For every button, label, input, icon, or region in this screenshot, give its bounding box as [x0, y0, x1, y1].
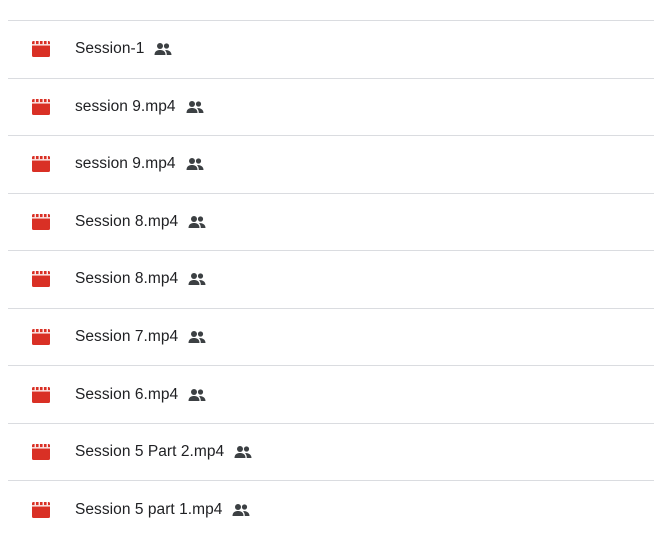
shared-people-icon — [153, 39, 173, 59]
shared-people-icon — [187, 327, 207, 347]
video-file-icon — [31, 212, 51, 232]
video-file-icon — [31, 97, 51, 117]
file-row[interactable]: Session 8.mp4 — [8, 194, 654, 252]
video-file-icon — [31, 385, 51, 405]
file-name: Session 8.mp4 — [75, 270, 179, 288]
file-row[interactable]: Session-1 — [8, 21, 654, 79]
shared-people-icon — [187, 385, 207, 405]
file-rows: Session-1 session 9.mp4 session 9.mp4 Se… — [8, 21, 654, 539]
video-file-icon — [31, 154, 51, 174]
video-file-icon — [31, 269, 51, 289]
file-row[interactable]: Session 5 Part 2.mp4 — [8, 424, 654, 482]
video-file-icon — [31, 442, 51, 462]
file-name: Session 5 Part 2.mp4 — [75, 443, 225, 461]
file-name: Session-1 — [75, 40, 145, 58]
file-name: Session 7.mp4 — [75, 328, 179, 345]
shared-people-icon — [187, 269, 207, 289]
file-name: Session 5 part 1.mp4 — [75, 501, 223, 519]
video-file-icon — [31, 39, 51, 59]
file-row[interactable]: Session 6.mp4 — [8, 366, 654, 424]
shared-people-icon — [185, 154, 205, 174]
file-name: Session 6.mp4 — [75, 385, 179, 403]
shared-people-icon — [185, 97, 205, 117]
file-name: session 9.mp4 — [75, 97, 176, 115]
file-row[interactable]: Session 8.mp4 — [8, 251, 654, 309]
shared-people-icon — [187, 212, 207, 232]
video-file-icon — [31, 327, 51, 347]
file-row[interactable]: Session 7.mp4 — [8, 309, 654, 367]
video-file-icon — [31, 500, 51, 520]
file-list: Session-1 session 9.mp4 session 9.mp4 Se… — [8, 0, 654, 535]
file-row[interactable]: session 9.mp4 — [8, 136, 654, 194]
shared-people-icon — [231, 500, 251, 520]
file-row[interactable]: session 9.mp4 — [8, 79, 654, 137]
shared-people-icon — [233, 442, 253, 462]
file-row[interactable]: Session 5 part 1.mp4 — [8, 481, 654, 539]
file-name: session 9.mp4 — [75, 155, 176, 173]
file-name: Session 8.mp4 — [75, 212, 179, 230]
